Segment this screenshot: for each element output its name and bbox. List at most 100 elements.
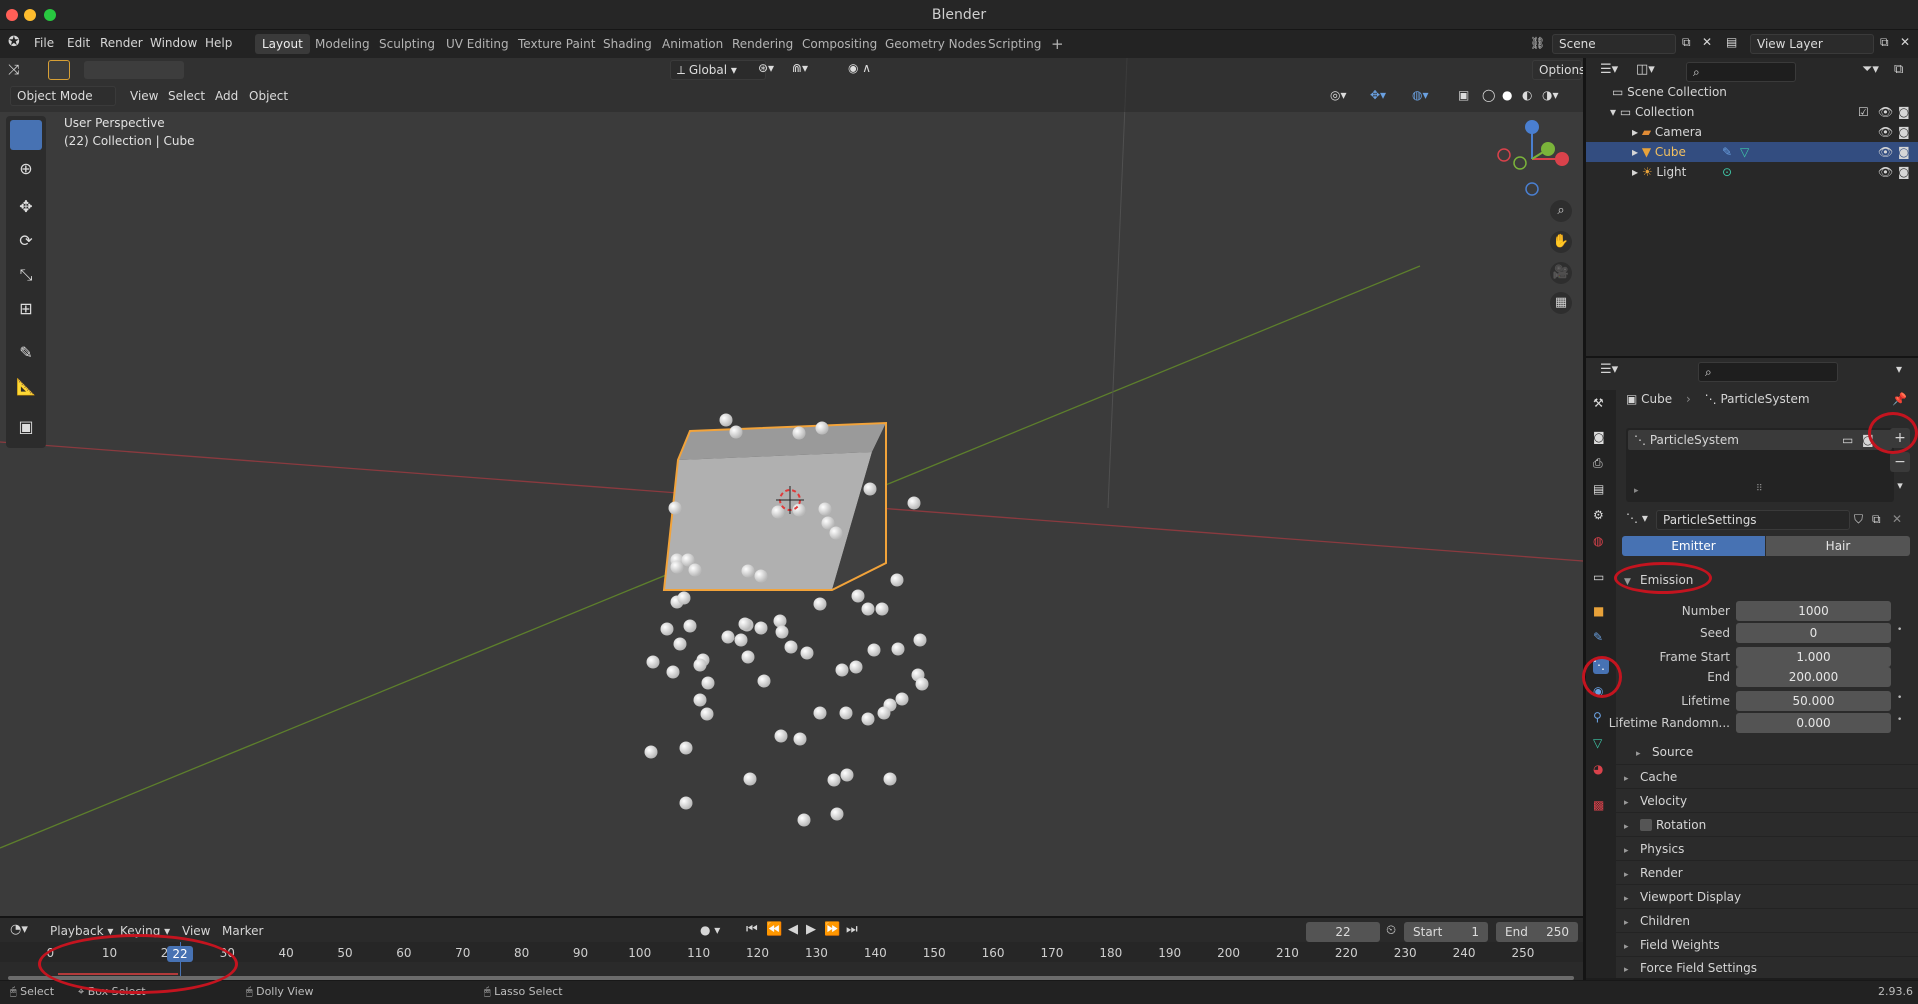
workspace-tab-texture-paint[interactable]: Texture Paint <box>511 34 602 54</box>
start-frame-field[interactable]: Start 1 <box>1404 922 1488 942</box>
transform-orientation-dropdown[interactable]: ⟂ Global ▾ <box>670 60 766 80</box>
menu-window[interactable]: Window <box>150 36 197 50</box>
editor-type-icon[interactable]: ⤨ <box>8 62 19 78</box>
workspace-tab-layout[interactable]: Layout <box>255 34 310 54</box>
rotate-tool-icon[interactable]: ⟳ <box>10 226 42 256</box>
ortho-grid-icon[interactable]: ▦ <box>1550 292 1572 314</box>
light-data-icon[interactable]: ⊙ <box>1722 162 1732 182</box>
velocity-panel-header[interactable]: ▸ Velocity <box>1616 788 1918 812</box>
view-layer-tab-icon[interactable]: ▤ <box>1593 482 1609 498</box>
children-panel-header[interactable]: ▸ Children <box>1616 908 1918 932</box>
lifetime-field[interactable]: 50.000 <box>1736 691 1891 711</box>
keyframe-dot-icon[interactable]: • <box>1897 715 1902 725</box>
rotation-checkbox[interactable] <box>1640 819 1652 831</box>
hide-eye-icon[interactable]: 👁 <box>1878 122 1893 142</box>
workspace-tab-animation[interactable]: Animation <box>655 34 730 54</box>
visibility-icon[interactable]: ◎▾ <box>1330 88 1347 102</box>
auto-keying-icon[interactable]: ● ▾ <box>700 923 720 937</box>
force-field-settings-panel-header[interactable]: ▸ Force Field Settings <box>1616 956 1918 978</box>
options-dropdown[interactable]: Options <box>1532 60 1585 80</box>
data-tab-icon[interactable]: ▽ <box>1593 736 1609 752</box>
jump-to-keyframe-forward-icon[interactable]: ⏩ <box>824 922 840 937</box>
zoom-icon[interactable]: ⌕ <box>1550 200 1572 222</box>
workspace-tab-sculpting[interactable]: Sculpting <box>372 34 442 54</box>
new-view-layer-icon[interactable]: ⧉ <box>1880 35 1889 50</box>
expand-collapse-icon[interactable]: ▾ <box>1610 105 1620 119</box>
scene-icon[interactable]: ⛓ <box>1530 36 1545 50</box>
fake-user-shield-icon[interactable]: ⛉ <box>1854 512 1863 527</box>
move-tool-icon[interactable]: ✥ <box>10 192 42 222</box>
new-scene-icon[interactable]: ⧉ <box>1682 35 1691 50</box>
world-tab-icon[interactable]: ◍ <box>1593 534 1609 550</box>
unlink-settings-icon[interactable]: ✕ <box>1892 512 1902 526</box>
display-mode-icon[interactable]: ◫▾ <box>1636 62 1655 77</box>
seed-field[interactable]: 0 <box>1736 623 1891 643</box>
output-tab-icon[interactable]: ⎙ <box>1593 456 1609 472</box>
keyframe-dot-icon[interactable]: • <box>1897 625 1902 635</box>
pin-icon[interactable]: 📌 <box>1892 392 1907 406</box>
keyframe-dot-icon[interactable]: • <box>1897 693 1902 703</box>
solid-shading-icon[interactable]: ● <box>1502 88 1512 102</box>
properties-editor-type-icon[interactable]: ☰▾ <box>1600 362 1618 377</box>
workspace-tab-uv-editing[interactable]: UV Editing <box>439 34 516 54</box>
filter-icon[interactable]: ⏷▾ <box>1862 62 1879 77</box>
hair-type-button[interactable]: Hair <box>1766 536 1910 556</box>
tool-tab-icon[interactable]: ⚒ <box>1593 396 1609 412</box>
proportional-edit-icon[interactable]: ◉ ∧ <box>848 61 871 75</box>
remove-particle-system-button[interactable]: − <box>1890 452 1910 472</box>
frame-start-field[interactable]: 1.000 <box>1736 647 1891 667</box>
outliner-collection[interactable]: ▾ ▭ Collection ☑ 👁 ◙ <box>1586 102 1918 122</box>
workspace-tab-rendering[interactable]: Rendering <box>725 34 800 54</box>
render-tab-icon[interactable]: ◙ <box>1593 430 1609 446</box>
jump-to-start-icon[interactable]: ⏮ <box>746 922 758 937</box>
physics-panel-header[interactable]: ▸ Physics <box>1616 836 1918 860</box>
3d-viewport[interactable] <box>0 58 1583 918</box>
cursor-tool-icon[interactable]: ⊕ <box>10 154 42 184</box>
workspace-tab-shading[interactable]: Shading <box>596 34 659 54</box>
scale-tool-icon[interactable]: ⤡ <box>10 260 42 290</box>
properties-options-icon[interactable]: ▾ <box>1896 362 1902 376</box>
menu-help[interactable]: Help <box>205 36 232 50</box>
scene-selector[interactable]: Scene <box>1552 34 1676 54</box>
render-camera-icon[interactable]: ◙ <box>1898 142 1910 162</box>
outliner-item-camera[interactable]: ▸ ▰ Camera 👁 ◙ <box>1586 122 1918 142</box>
delete-scene-icon[interactable]: ✕ <box>1702 35 1712 49</box>
view-layer-selector[interactable]: View Layer <box>1750 34 1874 54</box>
viewport-menu-add[interactable]: Add <box>215 89 238 103</box>
outliner-item-light[interactable]: ▸ ☀ Light ⊙ 👁 ◙ <box>1586 162 1918 182</box>
end-frame-field[interactable]: End 250 <box>1496 922 1578 942</box>
select-box-tool-icon[interactable] <box>10 120 42 150</box>
current-frame-field[interactable]: 22 <box>1306 922 1380 942</box>
play-icon[interactable]: ▶ <box>806 922 816 937</box>
expand-icon[interactable]: ▸ <box>1632 145 1642 159</box>
material-shading-icon[interactable]: ◐ <box>1522 88 1532 102</box>
render-camera-icon[interactable]: ◙ <box>1898 102 1910 122</box>
workspace-tab-geometry-nodes[interactable]: Geometry Nodes <box>878 34 993 54</box>
outliner-editor-type-icon[interactable]: ☰▾ <box>1600 62 1618 77</box>
rendered-shading-icon[interactable]: ◑▾ <box>1542 88 1559 102</box>
lifetime-random-field[interactable]: 0.000 <box>1736 713 1891 733</box>
outliner-search-input[interactable]: ⌕ <box>1686 62 1796 82</box>
render-camera-icon[interactable]: ◙ <box>1898 162 1910 182</box>
duplicate-settings-icon[interactable]: ⧉ <box>1872 512 1881 527</box>
emitter-type-button[interactable]: Emitter <box>1622 536 1765 556</box>
selection-mode-buttons[interactable] <box>84 61 184 79</box>
hide-eye-icon[interactable]: 👁 <box>1878 102 1893 122</box>
view-layer-icon[interactable]: ▤ <box>1726 35 1737 49</box>
viewport-menu-select[interactable]: Select <box>168 89 205 103</box>
show-viewport-icon[interactable]: ▭ <box>1842 430 1853 450</box>
menu-render[interactable]: Render <box>100 36 143 50</box>
frame-end-field[interactable]: 200.000 <box>1736 667 1891 687</box>
preview-range-clock-icon[interactable]: ⏲ <box>1386 923 1396 938</box>
jump-to-end-icon[interactable]: ⏭ <box>846 922 858 937</box>
workspace-tab-modeling[interactable]: Modeling <box>308 34 377 54</box>
render-panel-header[interactable]: ▸ Render <box>1616 860 1918 884</box>
delete-view-layer-icon[interactable]: ✕ <box>1900 35 1910 49</box>
expand-icon[interactable]: ▸ <box>1632 165 1642 179</box>
number-field[interactable]: 1000 <box>1736 601 1891 621</box>
collection-tab-icon[interactable]: ▭ <box>1593 570 1609 586</box>
render-camera-icon[interactable]: ◙ <box>1898 122 1910 142</box>
new-collection-icon[interactable]: ⧉ <box>1894 62 1903 77</box>
workspace-tab-compositing[interactable]: Compositing <box>795 34 884 54</box>
object-mode-dropdown[interactable]: Object Mode <box>10 86 116 106</box>
